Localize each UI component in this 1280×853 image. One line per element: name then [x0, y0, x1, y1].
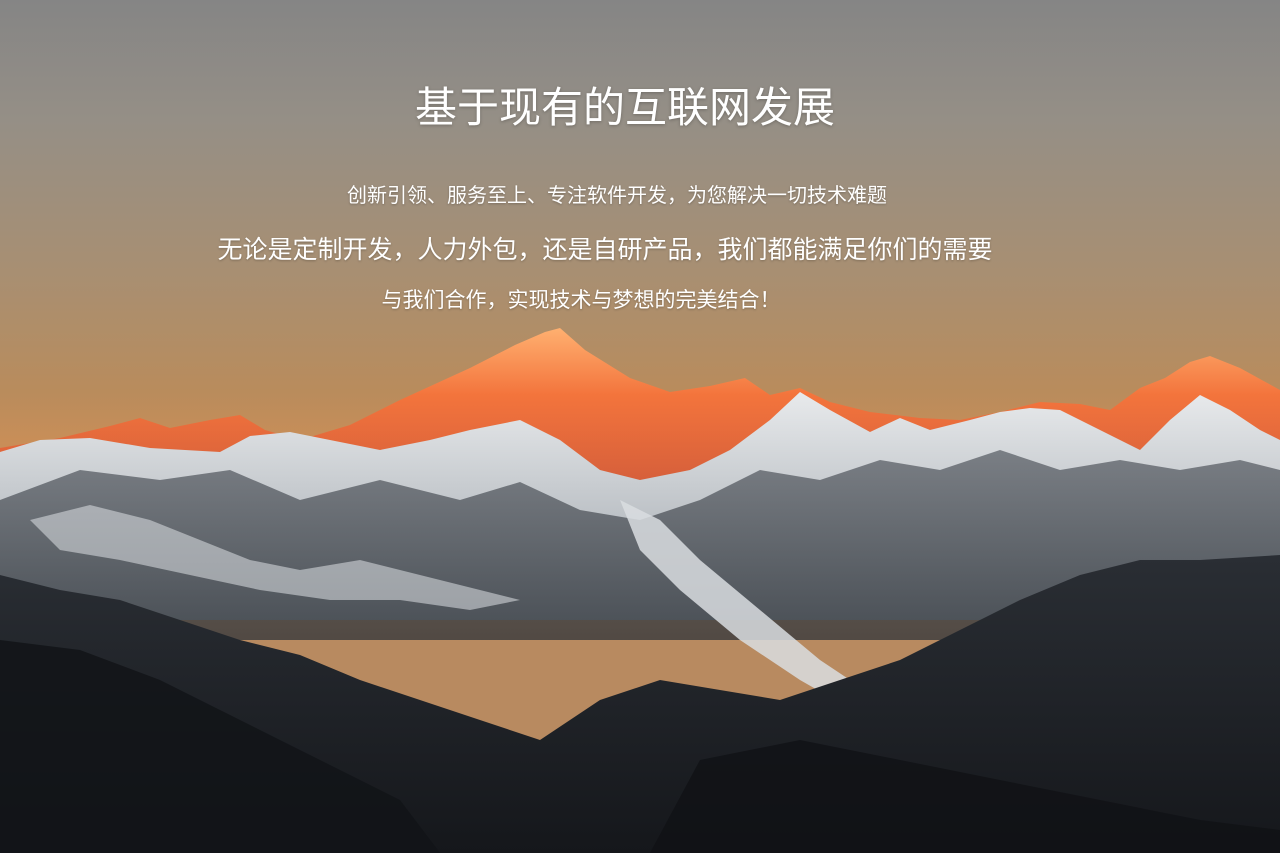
hero-services-text: 无论是定制开发，人力外包，还是自研产品，我们都能满足你们的需要: [217, 235, 993, 264]
hero-call-to-action: 与我们合作，实现技术与梦想的完美结合！: [381, 288, 781, 312]
hero-tagline: 创新引领、服务至上、专注软件开发，为您解决一切技术难题: [347, 183, 887, 207]
hero-title: 基于现有的互联网发展: [414, 83, 835, 132]
hero-banner: 基于现有的互联网发展 创新引领、服务至上、专注软件开发，为您解决一切技术难题 无…: [0, 0, 1280, 853]
